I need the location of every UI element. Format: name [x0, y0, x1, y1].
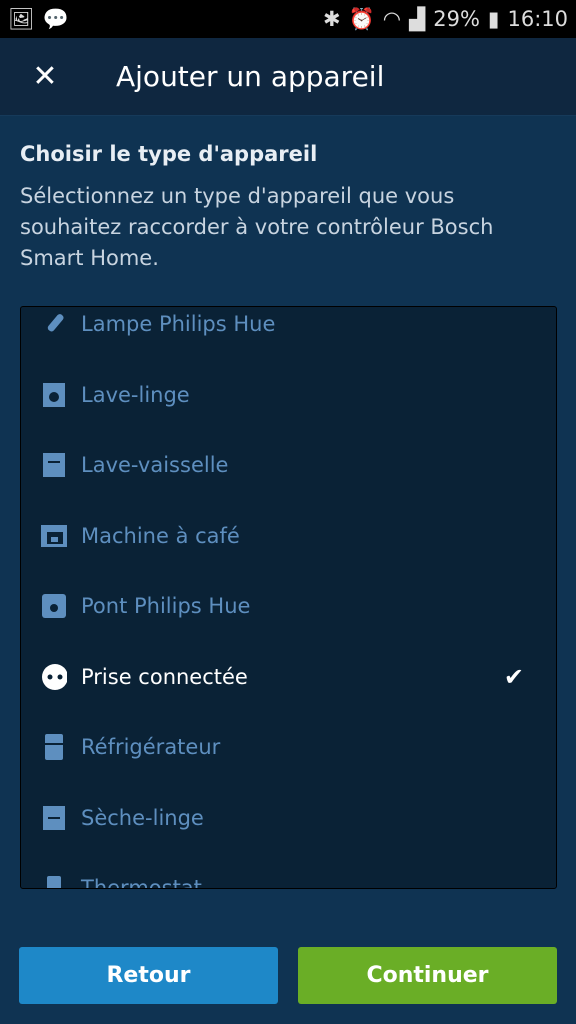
gallery-notification-icon: 🖼 — [8, 6, 35, 31]
coffee-machine-icon — [41, 523, 67, 549]
fridge-icon — [41, 734, 67, 761]
device-label: Lampe Philips Hue — [81, 312, 276, 337]
device-label: Pont Philips Hue — [81, 594, 251, 619]
device-item[interactable]: Prise connectée ✔ — [21, 642, 556, 713]
device-label: Lave-linge — [81, 382, 190, 407]
battery-icon: ▮ — [487, 7, 500, 31]
device-item[interactable]: Lave-vaisselle — [21, 430, 556, 501]
dishwasher-icon — [41, 452, 67, 478]
device-item[interactable]: Sèche-linge — [21, 783, 556, 854]
hue-bridge-icon — [41, 593, 67, 619]
app-bar: ✕ Ajouter un appareil — [0, 38, 576, 116]
wifi-icon: ◠ — [382, 7, 402, 31]
continue-button[interactable]: Continuer — [298, 947, 557, 1004]
device-label: Thermostat — [81, 876, 202, 889]
signal-icon: ▟ — [409, 7, 426, 31]
lamp-icon — [41, 311, 67, 337]
device-type-list[interactable]: Lampe Philips Hue Lave-linge Lave-vaissell… — [20, 306, 557, 889]
device-item[interactable]: Machine à café — [21, 501, 556, 572]
device-item[interactable]: Thermostat — [21, 853, 556, 889]
dryer-icon — [41, 805, 67, 831]
device-item[interactable]: Lave-linge — [21, 360, 556, 431]
bluetooth-icon: ✱ — [322, 7, 341, 31]
alarm-icon: ⏰ — [348, 6, 375, 31]
status-bar: 🖼 💬 ✱ ⏰ ◠ ▟ 29% ▮ 16:10 — [0, 0, 576, 38]
device-item[interactable]: Réfrigérateur — [21, 712, 556, 783]
device-label: Machine à café — [81, 523, 240, 548]
page-title: Ajouter un appareil — [116, 60, 385, 93]
section-heading: Choisir le type d'appareil — [20, 142, 318, 166]
smart-plug-icon — [41, 663, 67, 690]
check-icon: ✔ — [503, 662, 524, 691]
message-notification-icon: 💬 — [42, 6, 69, 31]
battery-percent: 29% — [433, 7, 480, 31]
device-label: Sèche-linge — [81, 805, 204, 830]
thermostat-icon — [41, 875, 67, 888]
description: Sélectionnez un type d'appareil que vous… — [20, 184, 494, 270]
device-label: Prise connectée — [81, 664, 248, 689]
device-item[interactable]: Lampe Philips Hue — [21, 307, 556, 360]
back-button[interactable]: Retour — [19, 947, 278, 1004]
washing-machine-icon — [41, 382, 67, 408]
device-label: Lave-vaisselle — [81, 453, 229, 478]
device-item[interactable]: Pont Philips Hue — [21, 571, 556, 642]
clock: 16:10 — [507, 7, 568, 31]
device-label: Réfrigérateur — [81, 735, 221, 760]
close-icon[interactable]: ✕ — [0, 59, 90, 94]
